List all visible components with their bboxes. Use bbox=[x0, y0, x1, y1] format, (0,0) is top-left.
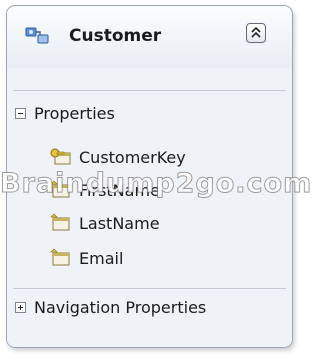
expand-expander-icon[interactable] bbox=[15, 301, 26, 313]
property-label: Email bbox=[79, 248, 124, 268]
property-row-lastname[interactable]: LastName bbox=[49, 211, 160, 235]
entity-type-icon bbox=[25, 26, 51, 46]
collapse-expander-icon[interactable] bbox=[15, 107, 26, 119]
property-row-firstname[interactable]: FirstName bbox=[49, 178, 160, 202]
property-row-customerkey[interactable]: CustomerKey bbox=[49, 145, 186, 169]
double-chevron-up-icon bbox=[251, 26, 261, 38]
property-label: LastName bbox=[79, 213, 160, 233]
entity-title: Customer bbox=[69, 26, 162, 46]
property-label: FirstName bbox=[79, 180, 160, 200]
property-icon bbox=[49, 180, 73, 200]
navigation-section-label: Navigation Properties bbox=[34, 297, 207, 317]
properties-section-label: Properties bbox=[34, 103, 115, 123]
property-icon bbox=[49, 248, 73, 268]
header-divider bbox=[13, 90, 286, 91]
property-label: CustomerKey bbox=[79, 147, 186, 167]
navigation-section-header[interactable]: Navigation Properties bbox=[15, 296, 206, 318]
property-icon bbox=[49, 213, 73, 233]
entity-shape-customer[interactable]: Customer Properties CustomerKey FirstNam… bbox=[6, 5, 293, 348]
collapse-button[interactable] bbox=[246, 23, 266, 43]
property-row-email[interactable]: Email bbox=[49, 246, 123, 270]
entity-header[interactable]: Customer bbox=[7, 6, 292, 68]
section-divider bbox=[13, 288, 286, 289]
key-property-icon bbox=[49, 147, 73, 167]
properties-section-header[interactable]: Properties bbox=[15, 102, 115, 124]
